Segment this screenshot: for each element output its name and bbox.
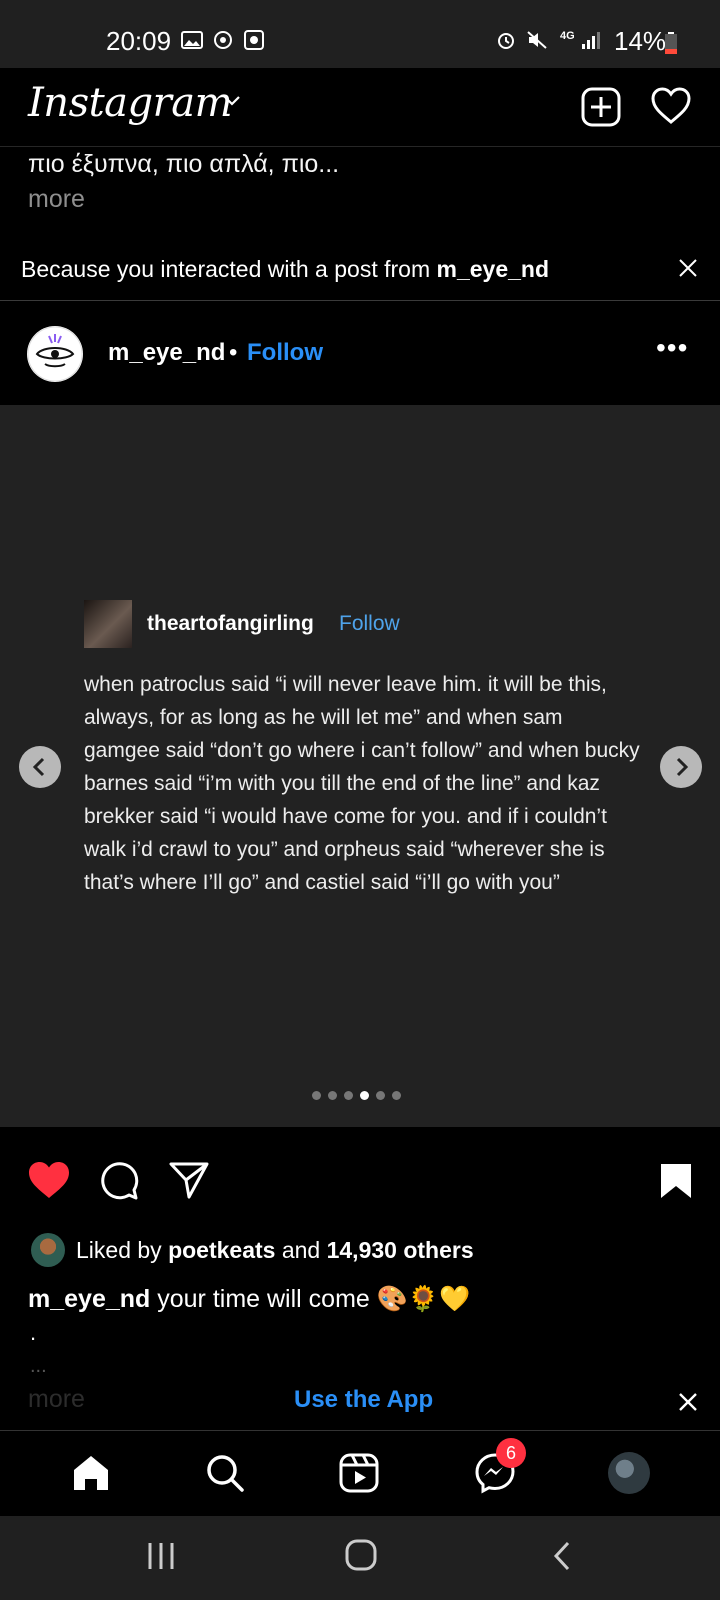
previous-caption: πιο έξυπνα, πιο απλά, πιο... xyxy=(28,150,340,178)
quoted-follow-label: Follow xyxy=(339,612,400,635)
status-time: 20:09 xyxy=(106,26,172,56)
battery-percent: 14% xyxy=(614,26,667,56)
signal-icon xyxy=(582,32,600,49)
recent-apps-icon[interactable] xyxy=(146,1540,176,1572)
like-filled-icon[interactable] xyxy=(27,1160,71,1200)
use-the-app-link[interactable]: Use the App xyxy=(294,1386,433,1414)
chevron-right-icon xyxy=(676,757,689,777)
caption-line-2: . xyxy=(30,1320,37,1345)
quoted-text: when patroclus said “i will never leave … xyxy=(84,673,640,894)
home-button-icon[interactable] xyxy=(344,1538,378,1572)
reels-icon[interactable] xyxy=(338,1452,380,1494)
media-icon xyxy=(244,30,264,50)
eye-logo-icon xyxy=(27,326,83,382)
home-icon[interactable] xyxy=(70,1452,112,1494)
carousel-prev-button[interactable] xyxy=(19,746,61,788)
follow-button[interactable]: Follow xyxy=(247,339,323,367)
gallery-icon xyxy=(181,31,203,49)
share-icon[interactable] xyxy=(168,1160,210,1200)
messenger-badge: 6 xyxy=(496,1438,526,1468)
more-options-icon[interactable]: ••• xyxy=(656,332,688,364)
comment-icon[interactable] xyxy=(98,1160,140,1202)
mute-icon xyxy=(527,31,547,49)
cast-icon xyxy=(214,31,232,49)
suggestion-label: Because you interacted with a post from xyxy=(21,256,437,282)
likes-summary[interactable]: Liked by poetkeats and 14,930 others xyxy=(76,1237,474,1264)
likes-count[interactable]: 14,930 others xyxy=(327,1237,474,1263)
network-4g-icon: 4G xyxy=(560,30,575,42)
suggestion-text: Because you interacted with a post from … xyxy=(21,256,549,283)
close-icon[interactable] xyxy=(678,258,698,278)
alarm-icon xyxy=(498,33,514,49)
battery-icon xyxy=(665,32,677,54)
avatar[interactable] xyxy=(27,326,83,382)
heart-outline-icon[interactable] xyxy=(650,86,692,126)
likes-prefix: Liked by xyxy=(76,1237,169,1263)
profile-avatar[interactable] xyxy=(608,1452,650,1494)
carousel-dot xyxy=(312,1091,321,1100)
instagram-logo[interactable]: Instagram xyxy=(28,80,233,126)
liker-avatar[interactable] xyxy=(31,1233,65,1267)
carousel-dot xyxy=(344,1091,353,1100)
likes-middle: and xyxy=(275,1237,327,1263)
likes-user[interactable]: poetkeats xyxy=(168,1237,275,1263)
close-icon[interactable] xyxy=(678,1392,698,1412)
caption-more-link[interactable]: more xyxy=(28,1385,85,1414)
carousel-dot-active xyxy=(360,1091,369,1100)
post-username[interactable]: m_eye_nd xyxy=(108,339,225,367)
chevron-left-icon xyxy=(32,757,45,777)
carousel-next-button[interactable] xyxy=(660,746,702,788)
chevron-down-icon[interactable] xyxy=(222,94,242,108)
previous-more-link[interactable]: more xyxy=(28,185,85,214)
carousel-dot xyxy=(376,1091,385,1100)
quoted-author-avatar xyxy=(84,600,132,648)
carousel-dot xyxy=(328,1091,337,1100)
bookmark-filled-icon[interactable] xyxy=(659,1162,693,1200)
caption-user[interactable]: m_eye_nd xyxy=(28,1285,150,1313)
suggestion-user[interactable]: m_eye_nd xyxy=(437,256,550,282)
separator-dot: • xyxy=(229,339,238,366)
carousel-indicator xyxy=(312,1091,401,1101)
caption-text: your time will come 🎨🌻💛 xyxy=(150,1285,471,1313)
caption-line-3: ... xyxy=(30,1355,47,1377)
new-post-icon[interactable] xyxy=(580,86,622,128)
quoted-author-name: theartofangirling xyxy=(147,612,314,635)
search-icon[interactable] xyxy=(204,1452,246,1494)
carousel-dot xyxy=(392,1091,401,1100)
caption: m_eye_nd your time will come 🎨🌻💛 xyxy=(28,1285,470,1314)
back-icon[interactable] xyxy=(551,1540,573,1572)
